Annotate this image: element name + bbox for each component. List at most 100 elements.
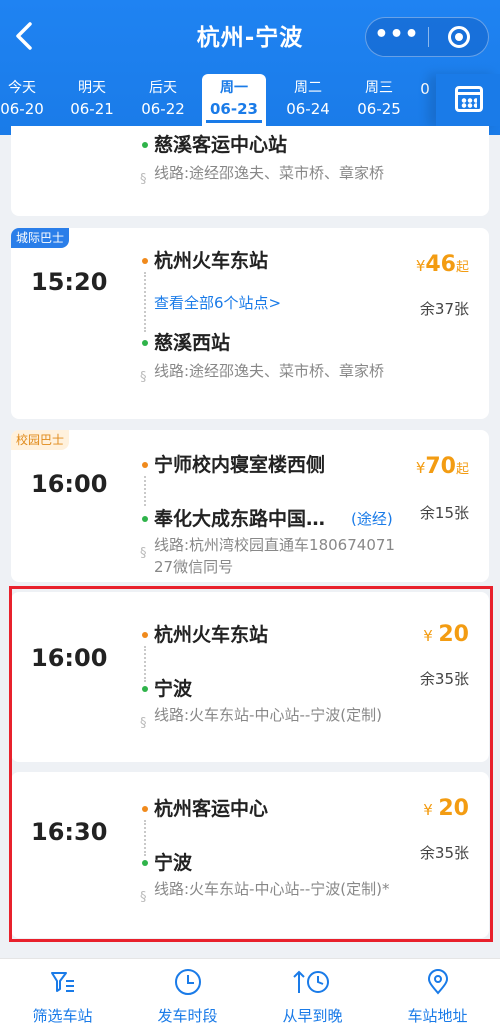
arrive-dot-icon bbox=[142, 860, 148, 866]
price-suffix: 起 bbox=[455, 462, 469, 477]
route-icon: § bbox=[140, 172, 147, 187]
arrive-station: 宁波 bbox=[154, 678, 193, 700]
arrive-station: 奉化大成东路中国… bbox=[154, 508, 326, 530]
departure-time: 16:00 bbox=[31, 470, 108, 498]
price: ¥46起 bbox=[416, 252, 469, 277]
date-tab-day: 周一 bbox=[220, 80, 248, 96]
seats-remaining: 余35张 bbox=[419, 670, 469, 688]
trip-card[interactable]: 16:00 杭州火车东站 宁波 § 线路:火车东站-中心站--宁波(定制) ¥ … bbox=[11, 592, 489, 762]
departure-period-button[interactable]: 发车时段 bbox=[125, 959, 250, 1034]
price-suffix: 起 bbox=[455, 260, 469, 275]
date-selector: 今天 06-20 明天 06-21 后天 06-22 周一 06-23 周二 0… bbox=[0, 74, 500, 126]
clock-icon bbox=[174, 969, 201, 995]
depart-station: 宁师校内寝室楼西侧 bbox=[154, 454, 326, 476]
nav-label: 筛选车站 bbox=[32, 1007, 93, 1025]
route-icon: § bbox=[140, 546, 147, 561]
filter-stations-button[interactable]: 筛选车站 bbox=[0, 959, 125, 1034]
trip-card[interactable]: 慈溪客运中心站 § 线路:途经邵逸夫、菜市桥、章家桥 bbox=[11, 126, 489, 216]
nav-label: 从早到晚 bbox=[282, 1007, 343, 1025]
arrive-station: 慈溪西站 bbox=[154, 332, 231, 354]
sort-time-icon bbox=[292, 969, 333, 995]
nav-label: 发车时段 bbox=[157, 1007, 218, 1025]
date-tab-date: 06-24 bbox=[286, 100, 330, 118]
route-connector bbox=[144, 476, 146, 506]
seats-remaining: 余37张 bbox=[419, 300, 469, 318]
price: ¥70起 bbox=[416, 454, 469, 479]
route-connector bbox=[144, 820, 146, 856]
route-text: 线路:火车东站-中心站--宁波(定制)* bbox=[154, 880, 390, 898]
top-bar: 杭州-宁波 ••• 今天 06-20 明天 06-21 后天 06-22 周一 … bbox=[0, 0, 500, 135]
price-value: 70 bbox=[425, 454, 456, 479]
price: ¥ 20 bbox=[423, 622, 469, 647]
route-text: 线路:途经邵逸夫、菜市桥、章家桥 bbox=[154, 164, 385, 182]
price-value: 20 bbox=[438, 622, 469, 647]
date-tab-selected[interactable]: 周一 06-23 bbox=[202, 74, 266, 126]
date-tab-day: 周三 bbox=[365, 80, 393, 96]
location-pin-icon bbox=[425, 969, 451, 995]
bottom-toolbar: 筛选车站 发车时段 从早到晚 车站地址 bbox=[0, 958, 500, 1034]
price: ¥ 20 bbox=[423, 796, 469, 821]
date-tab-day-after[interactable]: 后天 06-22 bbox=[131, 74, 195, 124]
route-connector bbox=[144, 272, 146, 332]
depart-station: 杭州客运中心 bbox=[154, 798, 269, 820]
view-all-stops-link[interactable]: 查看全部6个站点> bbox=[154, 292, 281, 313]
route-connector bbox=[144, 646, 146, 682]
currency-symbol: ¥ bbox=[423, 627, 433, 645]
arrive-dot-icon bbox=[142, 340, 148, 346]
capsule-divider bbox=[428, 27, 429, 47]
arrive-dot-icon bbox=[142, 516, 148, 522]
trip-list[interactable]: 慈溪客运中心站 § 线路:途经邵逸夫、菜市桥、章家桥 城际巴士 15:20 杭州… bbox=[0, 126, 500, 958]
currency-symbol: ¥ bbox=[415, 257, 426, 275]
via-label: (途经) bbox=[351, 510, 393, 528]
date-tab-tuesday[interactable]: 周二 06-24 bbox=[276, 74, 340, 124]
date-tab-date: 06-23 bbox=[206, 98, 262, 123]
calendar-button[interactable] bbox=[436, 74, 500, 126]
depart-station: 杭州火车东站 bbox=[154, 624, 269, 646]
campus-bus-tag: 校园巴士 bbox=[11, 430, 70, 450]
arrive-dot-icon bbox=[142, 142, 148, 148]
seats-remaining: 余35张 bbox=[419, 844, 469, 862]
arrive-station: 慈溪客运中心站 bbox=[154, 134, 288, 156]
sort-early-late-button[interactable]: 从早到晚 bbox=[250, 959, 375, 1034]
calendar-icon bbox=[455, 86, 483, 112]
nav-label: 车站地址 bbox=[407, 1007, 468, 1025]
depart-dot-icon bbox=[142, 258, 148, 264]
date-tab-date: 06-21 bbox=[70, 100, 114, 118]
currency-symbol: ¥ bbox=[423, 801, 433, 819]
departure-time: 16:00 bbox=[31, 644, 108, 672]
date-tab-day: 今天 bbox=[8, 80, 36, 96]
date-tab-date: 06-22 bbox=[141, 100, 185, 118]
station-address-button[interactable]: 车站地址 bbox=[375, 959, 500, 1034]
date-tab-date: 06-20 bbox=[0, 100, 44, 118]
arrive-dot-icon bbox=[142, 686, 148, 692]
currency-symbol: ¥ bbox=[415, 459, 426, 477]
route-icon: § bbox=[140, 370, 147, 385]
price-value: 46 bbox=[425, 252, 456, 277]
mini-program-capsule: ••• bbox=[365, 17, 489, 57]
date-tab-wednesday[interactable]: 周三 06-25 bbox=[347, 74, 411, 124]
route-text: 线路:杭州湾校园直通车18067407127微信同号 bbox=[154, 536, 395, 576]
depart-station: 杭州火车东站 bbox=[154, 250, 269, 272]
more-menu-button[interactable]: ••• bbox=[366, 18, 428, 56]
date-tab-tomorrow[interactable]: 明天 06-21 bbox=[60, 74, 124, 124]
trip-card[interactable]: 校园巴士 16:00 宁师校内寝室楼西侧 奉化大成东路中国… (途经) § 线路… bbox=[11, 430, 489, 582]
route-text: 线路:火车东站-中心站--宁波(定制) bbox=[154, 706, 382, 724]
filter-icon bbox=[50, 969, 76, 995]
date-tab-date: 06-25 bbox=[357, 100, 401, 118]
date-tab-day: 周二 bbox=[294, 80, 322, 96]
close-mini-program-icon[interactable] bbox=[448, 26, 470, 48]
arrive-station: 宁波 bbox=[154, 852, 193, 874]
route-icon: § bbox=[140, 716, 147, 731]
date-tab-day: 明天 bbox=[78, 80, 106, 96]
seats-remaining: 余15张 bbox=[419, 504, 469, 522]
depart-dot-icon bbox=[142, 632, 148, 638]
date-tab-today[interactable]: 今天 06-20 bbox=[0, 74, 54, 124]
depart-dot-icon bbox=[142, 806, 148, 812]
date-tab-day: 后天 bbox=[149, 80, 177, 96]
intercity-bus-tag: 城际巴士 bbox=[11, 228, 70, 248]
price-value: 20 bbox=[438, 796, 469, 821]
trip-card[interactable]: 城际巴士 15:20 杭州火车东站 查看全部6个站点> 慈溪西站 § 线路:途经… bbox=[11, 228, 489, 419]
depart-dot-icon bbox=[142, 462, 148, 468]
trip-card[interactable]: 16:30 杭州客运中心 宁波 § 线路:火车东站-中心站--宁波(定制)* ¥… bbox=[11, 772, 489, 938]
route-icon: § bbox=[140, 890, 147, 905]
